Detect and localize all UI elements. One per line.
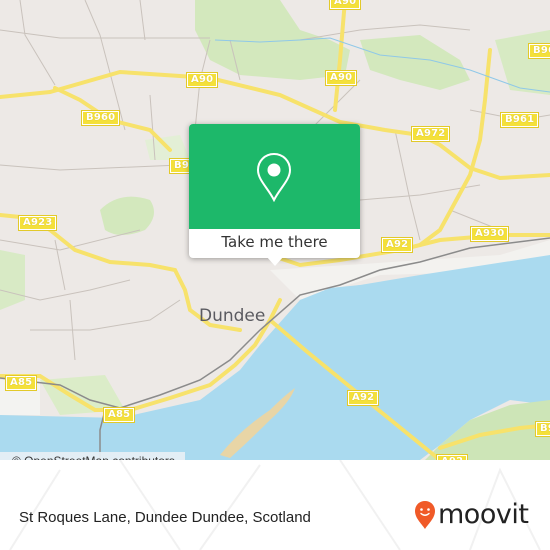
moovit-pin-icon [415,501,435,529]
road-label-b960: B960 [80,110,121,126]
road-label-b9: B9 [535,421,550,437]
map-pin-icon [256,152,292,202]
road-label-a923: A923 [17,215,58,231]
road-label-a85: A85 [102,407,136,423]
road-label-a90: A90 [324,70,358,86]
park-area [360,35,470,90]
park-area [495,30,550,95]
address-text: St Roques Lane, Dundee Dundee, Scotland [19,509,311,526]
road-label-b961: B961 [499,112,540,128]
road-label-a930: A930 [469,226,510,242]
location-popup: Take me there [189,124,360,266]
road-label-a92: A92 [346,390,380,406]
road-label-a85: A85 [4,375,38,391]
road-label-a92: A92 [380,237,414,253]
park-area [100,196,154,235]
moovit-wordmark: moovit [438,499,529,530]
city-label-dundee: Dundee [199,306,266,326]
popup-pointer [266,256,284,266]
take-me-there-button[interactable]: Take me there [189,229,360,258]
popup-header [189,124,360,229]
road-label-a90: A90 [328,0,362,10]
road-label-a972: A972 [410,126,451,142]
park-area [0,250,25,310]
road-label-b96: B96 [527,43,550,59]
moovit-logo[interactable]: moovit [414,499,529,530]
road-label-a90: A90 [185,72,219,88]
